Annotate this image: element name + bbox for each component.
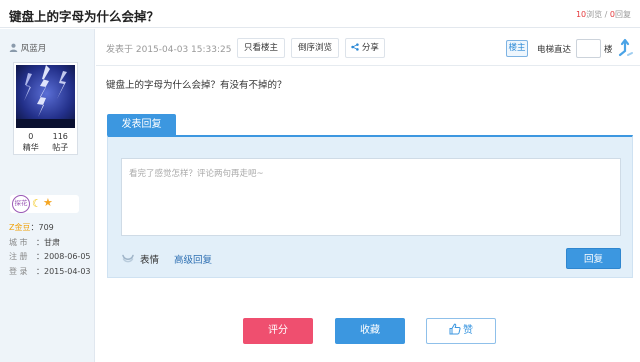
rank-badge[interactable]: 探花 [12, 195, 30, 213]
city-value: 甘肃 [44, 237, 60, 247]
posts-label: 帖子 [52, 143, 69, 152]
reply-editor: 表情 高级回复 回复 [107, 135, 633, 278]
floor-label: 楼 [604, 45, 613, 55]
jinghua-label: 精华 [22, 143, 39, 152]
city-label: 城 市 [9, 237, 28, 247]
post-header: 发表于 2015-04-03 15:33:25 只看楼主 倒序浏览 分享 楼主 … [96, 29, 640, 66]
post-date: 发表于 2015-04-03 15:33:25 [106, 45, 232, 55]
register-value: 2008-06-05 [44, 252, 91, 261]
reverse-order-button[interactable]: 倒序浏览 [291, 38, 339, 58]
avatar-image [16, 65, 75, 128]
login-value: 2015-04-03 [44, 266, 91, 276]
op-badge: 楼主 [506, 40, 528, 57]
register-label: 注 册 [9, 252, 28, 261]
only-op-button[interactable]: 只看楼主 [237, 38, 285, 58]
moon-icon: ☾ [32, 197, 42, 210]
register-row: 注 册：2008-06-05 [9, 250, 91, 265]
avatar[interactable]: 0 精华 116 帖子 [13, 62, 78, 155]
author-meta: Z金豆：709 城 市：甘肃 注 册：2008-06-05 登 录：2015-0… [9, 221, 91, 279]
reply-submit-button[interactable]: 回复 [566, 248, 621, 269]
favorite-button[interactable]: 收藏 [335, 318, 405, 344]
floor-jump-input[interactable] [576, 39, 601, 58]
emoji-icon[interactable] [121, 250, 135, 264]
author-name-text: 风蓝月 [20, 44, 47, 54]
gold-row: Z金豆：709 [9, 223, 54, 232]
share-icon [351, 43, 359, 51]
like-button[interactable]: 赞 [426, 318, 496, 344]
advanced-reply-link[interactable]: 高级回复 [174, 252, 212, 266]
city-row: 城 市：甘肃 [9, 236, 91, 251]
elevator-label: 电梯直达 [537, 45, 572, 55]
post-content: 键盘上的字母为什么会掉？有没有不掉的？ [106, 80, 287, 91]
posts-stat[interactable]: 116 帖子 [52, 131, 68, 153]
emoji-button[interactable]: 表情 [140, 252, 159, 266]
rate-button[interactable]: 评分 [243, 318, 313, 344]
views-label: 浏览 [586, 10, 603, 19]
login-label: 登 录 [9, 266, 28, 276]
author-sidebar: 风蓝月 0 精华 116 帖子 探花 ☾ ★ Z金豆：709 城 市 ：甘肃 注… [0, 29, 95, 362]
thread-title-bar: 键盘上的字母为什么会掉？ 10浏览 / 0回复 [0, 0, 640, 28]
replies-label: 回复 [615, 10, 631, 19]
star-icon: ★ [43, 196, 53, 209]
stats-separator: / [602, 10, 610, 19]
gold-label: Z金豆 [9, 223, 31, 232]
share-label: 分享 [361, 43, 379, 53]
share-button[interactable]: 分享 [345, 38, 385, 58]
login-row: 登 录：2015-04-03 [9, 265, 91, 280]
posts-count: 116 [52, 132, 68, 141]
thread-title: 键盘上的字母为什么会掉？ [9, 9, 160, 24]
reply-tab[interactable]: 发表回复 [107, 114, 176, 135]
user-icon [9, 43, 18, 52]
views-count: 10 [575, 10, 587, 19]
thread-stats: 10浏览 / 0回复 [576, 9, 631, 20]
reply-input[interactable] [121, 158, 621, 236]
jump-arrow-icon[interactable] [617, 38, 635, 58]
jinghua-stat[interactable]: 0 精华 [23, 131, 39, 153]
thumbs-up-icon [449, 323, 461, 335]
gold-value: 709 [38, 223, 54, 232]
jinghua-count: 0 [28, 132, 34, 141]
like-label: 赞 [463, 325, 473, 336]
author-name[interactable]: 风蓝月 [9, 42, 46, 54]
medal-bar: 探花 ☾ ★ [10, 195, 79, 213]
